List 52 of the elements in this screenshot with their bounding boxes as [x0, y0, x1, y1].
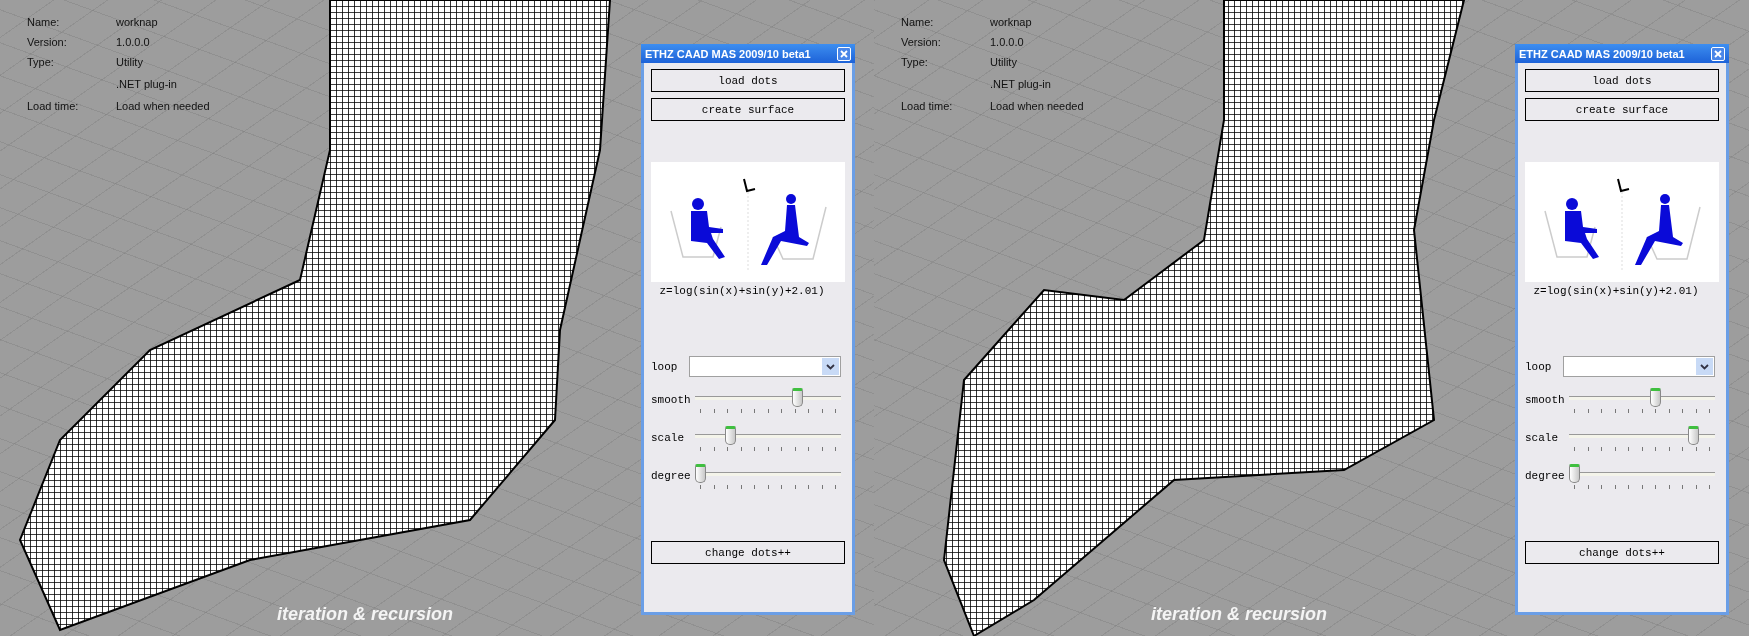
slider-label: smooth — [651, 393, 692, 406]
info-value: worknap — [990, 15, 1033, 30]
formula-text: z=log(sin(x)+sin(y)+2.01) — [658, 285, 826, 297]
info-label: Version: — [901, 35, 942, 50]
slider-thumb[interactable] — [724, 426, 736, 445]
change-dots-button[interactable]: change dots++ — [1525, 541, 1719, 564]
slider-thumb[interactable] — [792, 388, 804, 407]
info-value: Load when needed — [116, 99, 210, 114]
formula-text: z=log(sin(x)+sin(y)+2.01) — [1532, 285, 1700, 297]
info-value: .NET plug-in — [990, 77, 1052, 92]
change-dots-button[interactable]: change dots++ — [651, 541, 845, 564]
info-label: Type: — [901, 55, 929, 70]
slider-label: scale — [1525, 431, 1559, 444]
close-button[interactable] — [837, 46, 851, 61]
info-value: .NET plug-in — [116, 77, 178, 92]
info-value: 1.0.0.0 — [116, 35, 151, 50]
panel-button[interactable]: create surface — [1525, 98, 1719, 121]
window-title: ETHZ CAAD MAS 2009/10 beta1 — [1519, 47, 1685, 60]
info-label: Name: — [27, 15, 61, 30]
info-label: Load time: — [901, 99, 954, 114]
info-label: Load time: — [27, 99, 80, 114]
info-value: Load when needed — [990, 99, 1084, 114]
slider-label: degree — [1525, 469, 1566, 482]
panel-button[interactable]: load dots — [651, 69, 845, 92]
dropdown-field[interactable] — [689, 356, 841, 377]
dropdown-field[interactable] — [1563, 356, 1715, 377]
panel-button[interactable]: create surface — [651, 98, 845, 121]
info-value: worknap — [116, 15, 159, 30]
info-label: Name: — [901, 15, 935, 30]
window-title: ETHZ CAAD MAS 2009/10 beta1 — [645, 47, 811, 60]
panel-button[interactable]: load dots — [1525, 69, 1719, 92]
slider-label: smooth — [1525, 393, 1566, 406]
info-label: Type: — [27, 55, 55, 70]
info-value: Utility — [990, 55, 1018, 70]
caret-icon — [826, 363, 835, 370]
slider-label: scale — [651, 431, 685, 444]
caption: iteration & recursion — [275, 604, 454, 625]
info-value: Utility — [116, 55, 144, 70]
dropdown-label: loop — [1525, 360, 1553, 373]
caret-icon — [1700, 363, 1709, 370]
close-icon — [1714, 49, 1722, 58]
caption: iteration & recursion — [1149, 604, 1328, 625]
slider-thumb[interactable] — [1687, 426, 1699, 445]
dropdown-label: loop — [651, 360, 679, 373]
slider-thumb[interactable] — [1569, 464, 1580, 483]
slider-label: degree — [651, 469, 692, 482]
slider-thumb[interactable] — [695, 464, 706, 483]
slider-thumb[interactable] — [1650, 388, 1661, 407]
close-icon — [840, 49, 848, 58]
close-button[interactable] — [1711, 46, 1725, 61]
info-value: 1.0.0.0 — [990, 35, 1025, 50]
info-label: Version: — [27, 35, 68, 50]
